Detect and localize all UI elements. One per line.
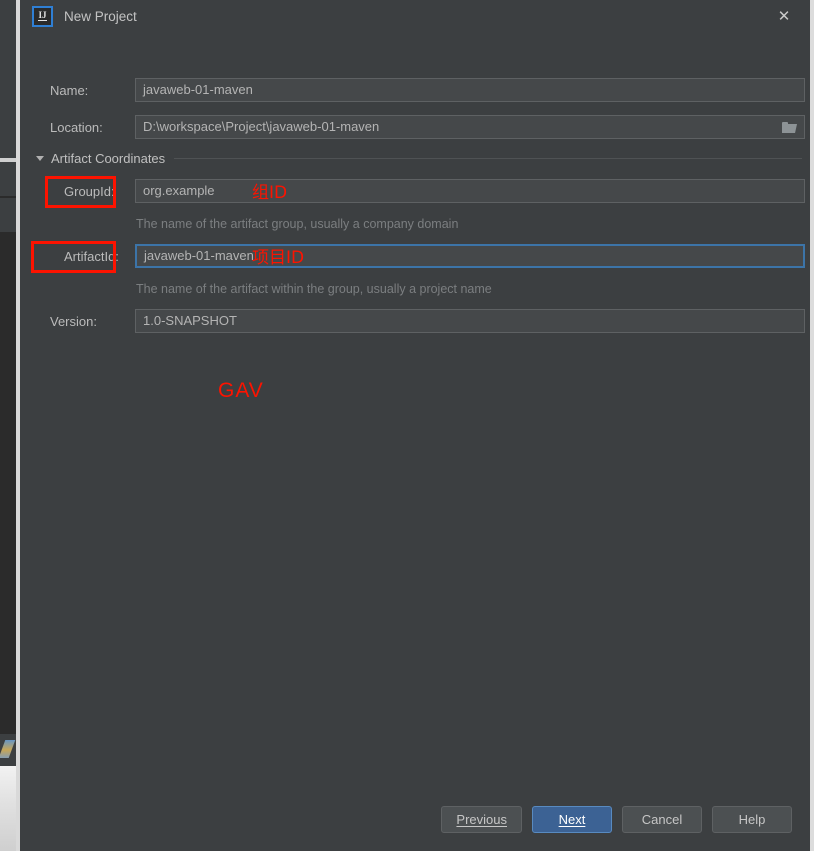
version-label: Version: — [50, 313, 97, 329]
cancel-button[interactable]: Cancel — [622, 806, 702, 833]
version-row: Version: 1.0-SNAPSHOT — [50, 309, 805, 333]
artifact-coordinates-section-header[interactable]: Artifact Coordinates — [36, 151, 802, 166]
section-divider — [174, 158, 802, 159]
bg-panel-4 — [0, 198, 16, 232]
dialog-titlebar: IJ New Project ✕ — [20, 0, 810, 32]
screen: IJ New Project ✕ Name: javaweb-01-maven … — [0, 0, 818, 851]
new-project-dialog: IJ New Project ✕ Name: javaweb-01-maven … — [20, 0, 814, 851]
name-input[interactable]: javaweb-01-maven — [135, 78, 805, 102]
help-button[interactable]: Help — [712, 806, 792, 833]
artifactid-row: ArtifactId: javaweb-01-maven — [64, 244, 805, 268]
groupid-hint: The name of the artifact group, usually … — [136, 217, 459, 231]
gav-annotation: GAV — [218, 379, 264, 402]
location-label: Location: — [50, 119, 103, 135]
location-row: Location: D:\workspace\Project\javaweb-0… — [50, 115, 805, 139]
version-input[interactable]: 1.0-SNAPSHOT — [135, 309, 805, 333]
dialog-button-bar: Previous Next Cancel Help — [20, 806, 810, 833]
cancel-button-label: Cancel — [641, 812, 683, 827]
groupid-label: GroupId: — [64, 183, 115, 199]
artifactid-hint: The name of the artifact within the grou… — [136, 282, 492, 296]
bg-panel-1 — [0, 0, 16, 158]
name-row: Name: javaweb-01-maven — [50, 78, 805, 102]
artifact-coordinates-label: Artifact Coordinates — [51, 151, 166, 166]
bg-panel-3 — [0, 162, 16, 196]
artifactid-input-value: javaweb-01-maven — [144, 248, 254, 263]
artifactid-input[interactable]: javaweb-01-maven — [135, 244, 805, 268]
dialog-title: New Project — [64, 8, 137, 24]
groupid-input[interactable]: org.example — [135, 179, 805, 203]
previous-button-label: Previous — [456, 812, 507, 827]
next-button-label: Next — [558, 812, 586, 827]
groupid-row: GroupId: org.example — [64, 179, 805, 203]
previous-button[interactable]: Previous — [441, 806, 522, 833]
version-input-value: 1.0-SNAPSHOT — [143, 313, 237, 328]
bg-desktop — [0, 766, 16, 851]
folder-icon[interactable] — [782, 121, 797, 133]
next-button[interactable]: Next — [532, 806, 612, 833]
close-icon[interactable]: ✕ — [762, 0, 806, 32]
name-input-value: javaweb-01-maven — [143, 82, 253, 97]
groupid-annotation: 组ID — [252, 183, 288, 203]
groupid-input-value: org.example — [143, 183, 215, 198]
help-button-label: Help — [738, 812, 766, 827]
location-input-value: D:\workspace\Project\javaweb-01-maven — [143, 119, 380, 134]
name-label: Name: — [50, 82, 89, 98]
artifactid-annotation: 项目ID — [252, 248, 305, 268]
intellij-idea-icon: IJ — [32, 5, 53, 27]
bg-editor-area — [0, 234, 16, 734]
chevron-down-icon[interactable] — [36, 156, 44, 161]
artifactid-label: ArtifactId: — [64, 248, 119, 264]
location-input[interactable]: D:\workspace\Project\javaweb-01-maven — [135, 115, 805, 139]
